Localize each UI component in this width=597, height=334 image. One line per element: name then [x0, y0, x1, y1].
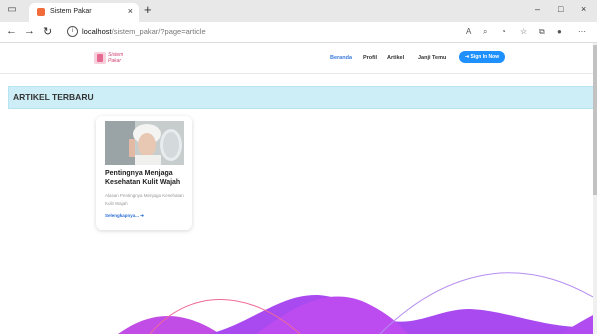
- tab-close-button[interactable]: ×: [128, 6, 133, 16]
- article-image[interactable]: [105, 121, 184, 165]
- minimize-button[interactable]: –: [535, 4, 540, 14]
- maximize-button[interactable]: □: [558, 4, 563, 14]
- logo-text[interactable]: Sistem Pakar: [108, 52, 123, 64]
- article-title[interactable]: Pentingnya Menjaga Kesehatan Kulit Wajah: [105, 170, 187, 187]
- browser-tab-bar: ▭ Sistem Pakar × + – □ ×: [0, 0, 597, 22]
- logo-line2: Pakar: [108, 58, 122, 64]
- nav-item-beranda[interactable]: Beranda: [330, 55, 352, 61]
- article-card[interactable]: Pentingnya Menjaga Kesehatan Kulit Wajah…: [96, 116, 192, 230]
- tracking-icon[interactable]: ◔: [501, 27, 506, 36]
- new-tab-button[interactable]: +: [144, 2, 152, 17]
- profile-icon[interactable]: ●: [557, 27, 562, 36]
- nav-item-profil[interactable]: Profil: [363, 55, 377, 61]
- decorative-waves: [118, 272, 593, 334]
- logo-icon[interactable]: [94, 52, 106, 64]
- article-photo: [105, 121, 184, 165]
- url-path: /sistem_pakar/?page=article: [111, 27, 206, 36]
- close-window-button[interactable]: ×: [581, 4, 586, 14]
- zoom-icon[interactable]: ⌕: [483, 27, 487, 37]
- article-description: Alasan Pentingnya Menjaga Kesehatan Kuli…: [105, 193, 184, 206]
- site-info-icon[interactable]: i: [67, 26, 78, 37]
- collections-icon[interactable]: ⧉: [539, 27, 545, 37]
- menu-icon[interactable]: ⋯: [578, 27, 586, 36]
- forward-icon[interactable]: →: [24, 25, 35, 37]
- favorite-icon[interactable]: ☆: [520, 27, 527, 36]
- scrollbar-thumb[interactable]: [593, 45, 597, 195]
- tab-actions-icon[interactable]: ▭: [6, 4, 18, 16]
- browser-tab[interactable]: Sistem Pakar ×: [29, 3, 139, 22]
- read-more-link[interactable]: Selengkapnya... ➔: [105, 213, 144, 219]
- page-scrollbar[interactable]: [593, 43, 597, 334]
- sign-in-button[interactable]: ⇥ Sign In Now: [459, 51, 505, 63]
- nav-item-janji-temu[interactable]: Janji Temu: [418, 55, 446, 61]
- tab-title: Sistem Pakar: [50, 8, 92, 15]
- refresh-icon[interactable]: ↻: [43, 25, 52, 38]
- page-viewport: Sistem Pakar Beranda Profil Artikel Janj…: [0, 43, 593, 334]
- favicon-icon: [37, 8, 45, 16]
- section-header: ARTIKEL TERBARU: [8, 86, 593, 109]
- url-host: localhost: [82, 27, 112, 36]
- section-title: ARTIKEL TERBARU: [13, 92, 94, 102]
- site-header: Sistem Pakar Beranda Profil Artikel Janj…: [0, 43, 593, 74]
- read-aloud-icon[interactable]: A: [466, 27, 471, 36]
- url-field[interactable]: localhost/sistem_pakar/?page=article: [82, 27, 206, 36]
- address-bar: ← → ↻ i localhost/sistem_pakar/?page=art…: [0, 22, 597, 43]
- back-icon[interactable]: ←: [6, 25, 17, 37]
- nav-item-artikel[interactable]: Artikel: [387, 55, 404, 61]
